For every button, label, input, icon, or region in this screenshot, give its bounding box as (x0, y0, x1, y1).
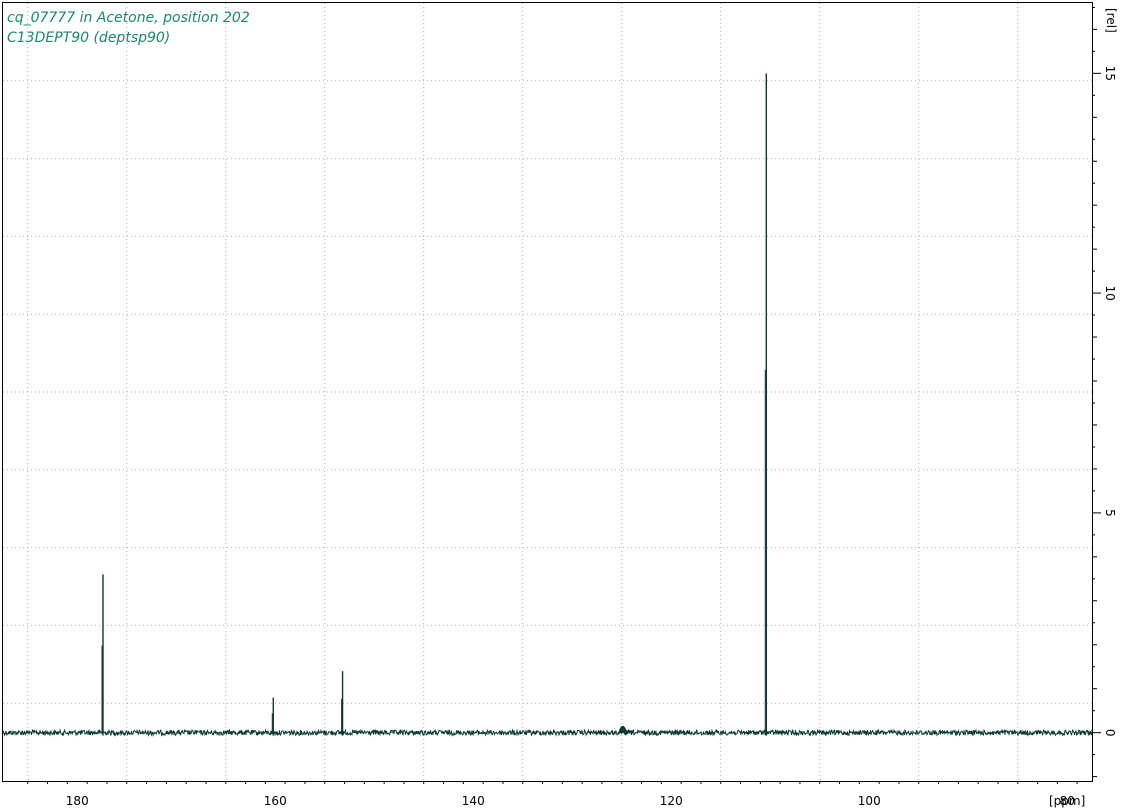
y-tick-label: 10 (1103, 285, 1117, 300)
x-axis: 180 160 140 120 100 80 (27, 781, 1078, 808)
x-axis-unit-label: [ppm] (1049, 794, 1085, 808)
x-tick-label: 120 (660, 794, 683, 808)
experiment-subtitle: C13DEPT90 (deptsp90) (7, 30, 170, 46)
nmr-spectrum-chart: 180 160 140 120 100 80 051015 cq_07777 in Ace… (2, 2, 1118, 808)
y-axis: 0 5 10 15 (1092, 6, 1117, 778)
y-tick-label: 5 (1103, 509, 1117, 517)
y-tick-label: 0 (1103, 729, 1117, 737)
spectrum-title: cq_07777 in Acetone, position 202 (7, 10, 250, 26)
y-axis-unit-label: [rel] (1104, 8, 1118, 33)
spectrum-peak (618, 725, 628, 734)
spectrum-trace (2, 73, 1093, 737)
x-tick-label: 140 (462, 794, 485, 808)
x-tick-label: 160 (264, 794, 287, 808)
grid-lines (3, 3, 1092, 781)
x-tick-label: 100 (858, 794, 881, 808)
x-tick-label: 180 (66, 794, 89, 808)
spectrum-baseline (2, 728, 1093, 737)
y-tick-label: 15 (1103, 66, 1117, 81)
